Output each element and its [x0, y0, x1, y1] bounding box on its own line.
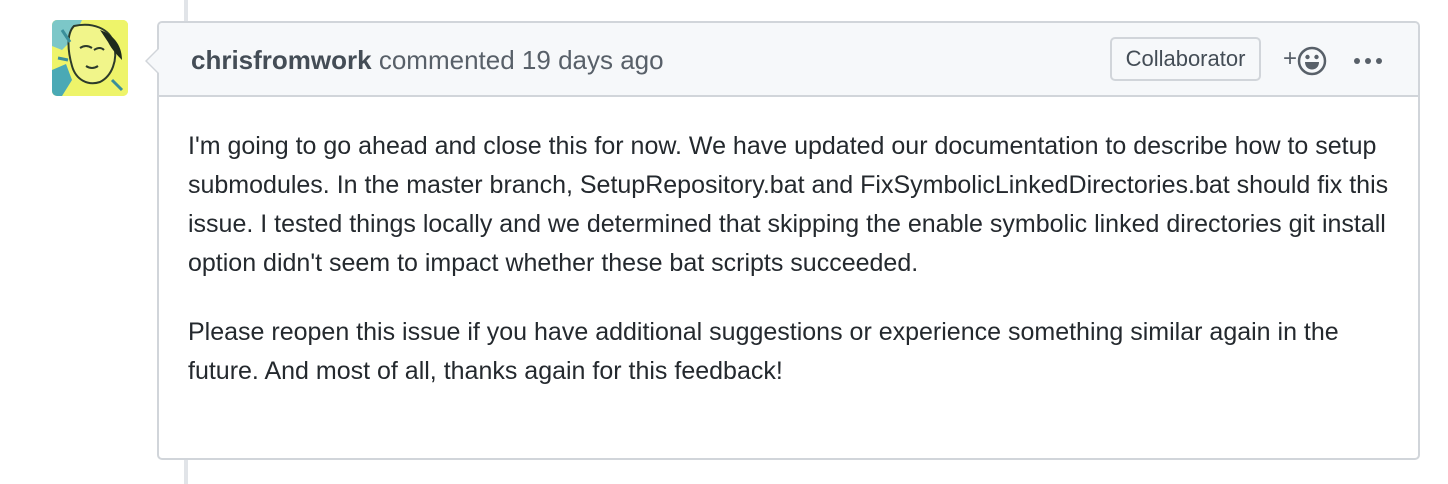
comment-paragraph: I'm going to go ahead and close this for…: [188, 132, 1389, 277]
avatar-image: [52, 20, 128, 96]
plus-icon: +: [1283, 45, 1298, 72]
author-link[interactable]: chrisfromwork: [191, 45, 372, 75]
comment-action: commented: [378, 45, 515, 75]
smiley-icon: [1297, 46, 1327, 76]
comment-paragraph: Please reopen this issue if you have add…: [188, 318, 1339, 385]
comment-body: I'm going to go ahead and close this for…: [188, 127, 1403, 421]
comment-box: chrisfromwork commented 19 days ago Coll…: [145, 21, 1420, 460]
add-reaction-button[interactable]: +: [1283, 41, 1327, 81]
comment-header: chrisfromwork commented 19 days ago Coll…: [159, 23, 1418, 97]
avatar[interactable]: [52, 20, 128, 96]
comment-timestamp[interactable]: 19 days ago: [522, 45, 664, 75]
timeline: chrisfromwork commented 19 days ago Coll…: [0, 0, 1448, 484]
comment-options-button[interactable]: [1351, 41, 1387, 81]
kebab-horizontal-icon: [1354, 58, 1382, 64]
role-badge: Collaborator: [1110, 37, 1261, 81]
comment-arrow-fill: [133, 47, 161, 75]
comment-meta: chrisfromwork commented 19 days ago: [191, 43, 664, 77]
